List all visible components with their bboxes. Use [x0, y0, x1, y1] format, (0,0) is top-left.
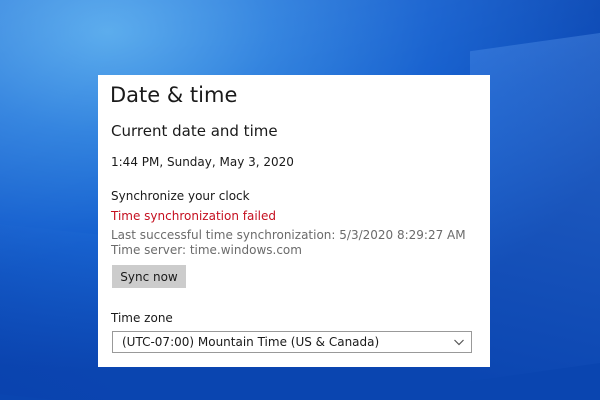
chevron-down-icon — [454, 339, 464, 346]
time-zone-dropdown[interactable]: (UTC-07:00) Mountain Time (US & Canada) — [112, 331, 472, 353]
date-time-settings-panel: Date & time Current date and time 1:44 P… — [98, 75, 490, 367]
wallpaper-window-shape-left — [0, 224, 110, 400]
sync-clock-heading: Synchronize your clock — [111, 189, 250, 203]
current-datetime-value: 1:44 PM, Sunday, May 3, 2020 — [111, 155, 294, 169]
section-title-current-date-time: Current date and time — [111, 122, 278, 140]
page-title: Date & time — [110, 83, 238, 107]
sync-status-error: Time synchronization failed — [111, 209, 276, 223]
time-zone-label: Time zone — [111, 311, 173, 325]
time-server-info: Time server: time.windows.com — [111, 243, 302, 257]
time-zone-selected-value: (UTC-07:00) Mountain Time (US & Canada) — [122, 335, 380, 349]
last-sync-info: Last successful time synchronization: 5/… — [111, 228, 466, 242]
sync-now-button[interactable]: Sync now — [112, 265, 186, 288]
